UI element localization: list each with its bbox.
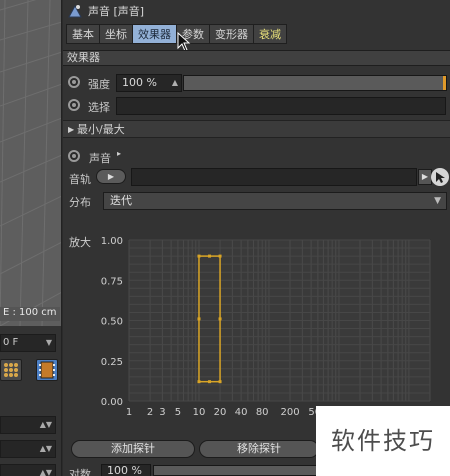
- left-toolbar-panel: 0 F ▼ ▲▼ ▲▼ ▲▼: [0, 326, 62, 476]
- log-input[interactable]: 100 %: [101, 464, 151, 476]
- distribution-select[interactable]: 迭代 ▼: [103, 192, 447, 210]
- arrow-right-icon: ▶: [421, 172, 429, 181]
- strength-keyframe-radio[interactable]: [68, 76, 80, 88]
- frame-field[interactable]: 0 F ▼: [0, 334, 56, 352]
- minmax-label: 最小/最大: [77, 123, 125, 136]
- log-value: 100 %: [107, 464, 142, 476]
- pick-arrow-icon: [436, 172, 445, 183]
- probe-handle[interactable]: [208, 254, 212, 258]
- selection-link-field[interactable]: [116, 97, 446, 115]
- x-tick-label: 200: [280, 407, 299, 418]
- probe-handle[interactable]: [197, 254, 201, 258]
- x-tick-label: 3: [159, 407, 165, 418]
- sound-label: 声音: [89, 152, 111, 165]
- effector-icon: [68, 4, 82, 18]
- selection-keyframe-radio[interactable]: [68, 99, 80, 111]
- track-label: 音轨: [69, 173, 91, 186]
- log-label: 对数: [69, 468, 91, 476]
- chevron-down-icon: ▼: [45, 338, 52, 347]
- distribution-label: 分布: [69, 196, 91, 209]
- strength-slider[interactable]: [183, 75, 447, 91]
- viewport-grid: [0, 0, 61, 326]
- stepper-icon: ▲▼: [39, 444, 52, 453]
- probe-handle[interactable]: [197, 380, 201, 384]
- left-field-1[interactable]: ▲▼: [0, 416, 56, 434]
- effector-section-header: 效果器: [63, 50, 450, 66]
- frame-field-value: 0 F: [3, 337, 19, 348]
- film-strip-button[interactable]: [36, 359, 58, 381]
- add-probe-button[interactable]: 添加探针: [71, 440, 195, 458]
- stepper-icon: ▲: [171, 78, 178, 87]
- watermark: 软件技巧: [316, 406, 450, 476]
- panel-title: 声音 [声音]: [88, 5, 145, 18]
- track-link-arrow-button[interactable]: ▶: [418, 169, 432, 185]
- sound-track-field[interactable]: [131, 168, 417, 186]
- y-tick-label: 0.25: [101, 357, 123, 368]
- tab-basic[interactable]: 基本: [66, 24, 99, 44]
- y-tick-label: 0.50: [101, 317, 123, 328]
- play-icon: ▶: [107, 172, 115, 181]
- sound-keyframe-radio[interactable]: [68, 150, 80, 162]
- distribution-value: 迭代: [110, 194, 132, 207]
- tab-deformer[interactable]: 变形器: [209, 24, 253, 44]
- slider-thumb[interactable]: [443, 76, 446, 90]
- left-field-3[interactable]: ▲▼: [0, 464, 56, 476]
- tab-effector[interactable]: 效果器: [132, 24, 176, 44]
- probe-handle[interactable]: [208, 380, 212, 384]
- y-tick-label: 0.00: [101, 397, 123, 408]
- selection-label: 选择: [88, 101, 110, 114]
- y-tick-label: 0.75: [101, 276, 123, 287]
- strength-label: 强度: [88, 78, 110, 91]
- x-tick-label: 10: [193, 407, 206, 418]
- mouse-cursor-icon: [177, 32, 191, 52]
- expand-triangle-icon[interactable]: ▸: [117, 149, 121, 158]
- pick-object-button[interactable]: [431, 168, 449, 186]
- x-tick-label: 20: [214, 407, 227, 418]
- expand-triangle-icon: ▶: [68, 125, 75, 134]
- remove-probe-button[interactable]: 移除探针: [199, 440, 319, 458]
- play-track-button[interactable]: ▶: [96, 169, 126, 184]
- x-tick-label: 5: [175, 407, 181, 418]
- x-tick-label: 1: [126, 407, 132, 418]
- minmax-group[interactable]: ▶ 最小/最大: [63, 120, 450, 138]
- 3d-viewport[interactable]: E : 100 cm: [0, 0, 62, 326]
- probe-handle[interactable]: [197, 317, 201, 321]
- probe-handle[interactable]: [218, 317, 222, 321]
- y-tick-label: 1.00: [101, 236, 123, 247]
- film-strip-icon: [39, 361, 55, 379]
- distance-readout: E : 100 cm: [0, 307, 60, 321]
- probe-handle[interactable]: [218, 254, 222, 258]
- tab-falloff[interactable]: 衰减: [253, 24, 287, 44]
- y-axis-label: 放大: [69, 235, 91, 249]
- grid-dots-button[interactable]: [0, 359, 22, 381]
- tab-coordinates[interactable]: 坐标: [99, 24, 132, 44]
- stepper-icon: ▲▼: [39, 468, 52, 476]
- dots-grid-icon: [4, 363, 18, 377]
- x-tick-label: 40: [235, 407, 248, 418]
- stepper-icon: ▲▼: [39, 420, 52, 429]
- strength-input[interactable]: 100 % ▲: [116, 74, 182, 92]
- strength-value: 100 %: [122, 76, 157, 89]
- x-tick-label: 80: [256, 407, 269, 418]
- probe-handle[interactable]: [218, 380, 222, 384]
- frequency-graph[interactable]: 1.000.750.500.250.00放大123510204080200500…: [63, 228, 450, 428]
- title-bar: 声音 [声音]: [63, 0, 450, 22]
- attributes-panel: 声音 [声音] 基本 坐标 效果器 参数 变形器 衰减 效果器 强度 100 %…: [63, 0, 450, 476]
- chevron-down-icon: ▼: [434, 196, 441, 206]
- graph-canvas[interactable]: 1.000.750.500.250.00放大123510204080200500…: [63, 228, 450, 428]
- left-field-2[interactable]: ▲▼: [0, 440, 56, 458]
- x-tick-label: 2: [147, 407, 153, 418]
